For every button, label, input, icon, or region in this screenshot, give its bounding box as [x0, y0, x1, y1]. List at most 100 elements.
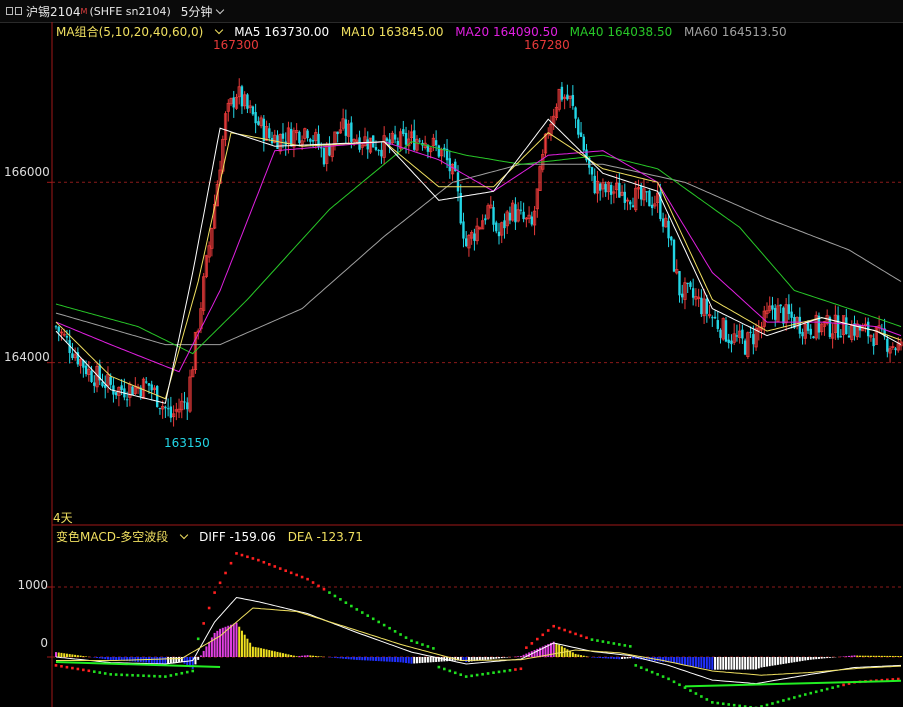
candle-body [681, 293, 684, 298]
trend-band-dot [136, 674, 140, 677]
trend-band-dot [535, 637, 539, 641]
trend-band-dot [645, 668, 648, 672]
candle-body [801, 331, 804, 337]
trend-band-dot [492, 671, 495, 674]
trend-band-dot [793, 696, 796, 699]
candle-body [84, 365, 88, 375]
trend-band-dot [700, 695, 703, 698]
candle-body [530, 216, 534, 225]
trend-band-dot [273, 565, 277, 568]
candle-body [166, 408, 170, 410]
trend-band-dot [213, 591, 216, 594]
candle-body [598, 183, 602, 191]
trend-band-dot [421, 643, 424, 646]
candle-body [514, 204, 517, 223]
candle-body [839, 336, 843, 338]
candle-body [593, 175, 596, 194]
candle-body [894, 348, 897, 351]
trend-band-dot [771, 702, 774, 705]
trend-band-dot [787, 697, 791, 701]
candle-body [114, 392, 118, 396]
trend-band-dot [508, 669, 512, 672]
trend-band-dot [229, 561, 233, 565]
candle-body [262, 118, 266, 141]
candle-body [147, 383, 151, 386]
moving-average-lines [55, 118, 902, 404]
candle-body [503, 220, 506, 229]
candle-body [462, 221, 465, 239]
trend-band-dot [519, 667, 523, 671]
ma10-line [55, 132, 902, 400]
trend-band-dot [103, 672, 107, 675]
candle-body [577, 119, 580, 135]
candle-body [268, 128, 271, 139]
trend-band-dot [92, 670, 96, 673]
candle-body [629, 201, 632, 205]
trend-band-dot [262, 560, 266, 564]
candle-body [809, 328, 812, 335]
trend-band-dot [251, 557, 255, 560]
trend-band-dot [317, 584, 320, 588]
trend-band-dot [300, 575, 304, 579]
trend-band-dot [694, 692, 698, 695]
candle-body [336, 131, 339, 135]
candle-body [418, 140, 421, 142]
trend-band-dot [689, 689, 692, 692]
candle-body [872, 338, 875, 347]
candle-body [713, 316, 717, 319]
candle-body [741, 329, 744, 339]
candle-body [396, 140, 400, 146]
trend-band-dot [552, 624, 556, 628]
trend-band-dot [667, 677, 670, 681]
diff-line [55, 596, 902, 685]
candle-body [787, 304, 791, 314]
candle-body [372, 135, 375, 148]
trend-band-dot [98, 671, 102, 674]
candle-body [344, 119, 348, 136]
candle-body [579, 132, 583, 137]
candle-body [71, 353, 74, 359]
trend-band-dot [503, 669, 506, 673]
candle-body [65, 336, 69, 338]
candle-body [522, 211, 525, 220]
trend-band-dot [705, 698, 709, 701]
trend-band-dot [404, 636, 408, 639]
candle-body [90, 370, 93, 383]
trend-band-dot [382, 623, 386, 627]
chart-canvas[interactable] [0, 0, 903, 707]
candle-body [93, 382, 96, 386]
candle-body [54, 326, 58, 328]
trend-band-dot [377, 620, 380, 624]
candle-body [719, 329, 722, 338]
trend-band-dot [153, 674, 156, 678]
candle-body [257, 121, 260, 125]
candle-body [774, 307, 777, 320]
trend-band-dot [202, 622, 205, 625]
trend-band-dot [131, 673, 134, 677]
trend-band-dot [579, 634, 583, 638]
trend-band-dot [563, 628, 566, 632]
trend-band-dot [169, 674, 173, 677]
candle-body [752, 334, 755, 345]
trend-band-dot [842, 683, 845, 687]
trend-band-dot [350, 604, 353, 608]
candle-body [836, 315, 840, 338]
candle-body [672, 239, 676, 272]
trend-band-dot [678, 683, 681, 687]
trend-band-dot [65, 665, 69, 669]
candle-body [437, 145, 441, 157]
trend-band-dot [426, 645, 430, 648]
trend-band-dot [54, 664, 58, 667]
trend-band-dot [639, 666, 643, 669]
trend-band-dot [87, 669, 91, 673]
candle-body [385, 138, 389, 141]
candle-body [678, 271, 681, 296]
candle-body [806, 322, 810, 331]
trend-band-dot [180, 671, 184, 675]
trend-band-dot [798, 694, 802, 698]
trend-band-dot [185, 670, 189, 674]
trend-band-dot [355, 608, 359, 611]
candle-body [186, 402, 189, 410]
trend-band-dot [732, 703, 736, 707]
candle-body [508, 212, 512, 221]
